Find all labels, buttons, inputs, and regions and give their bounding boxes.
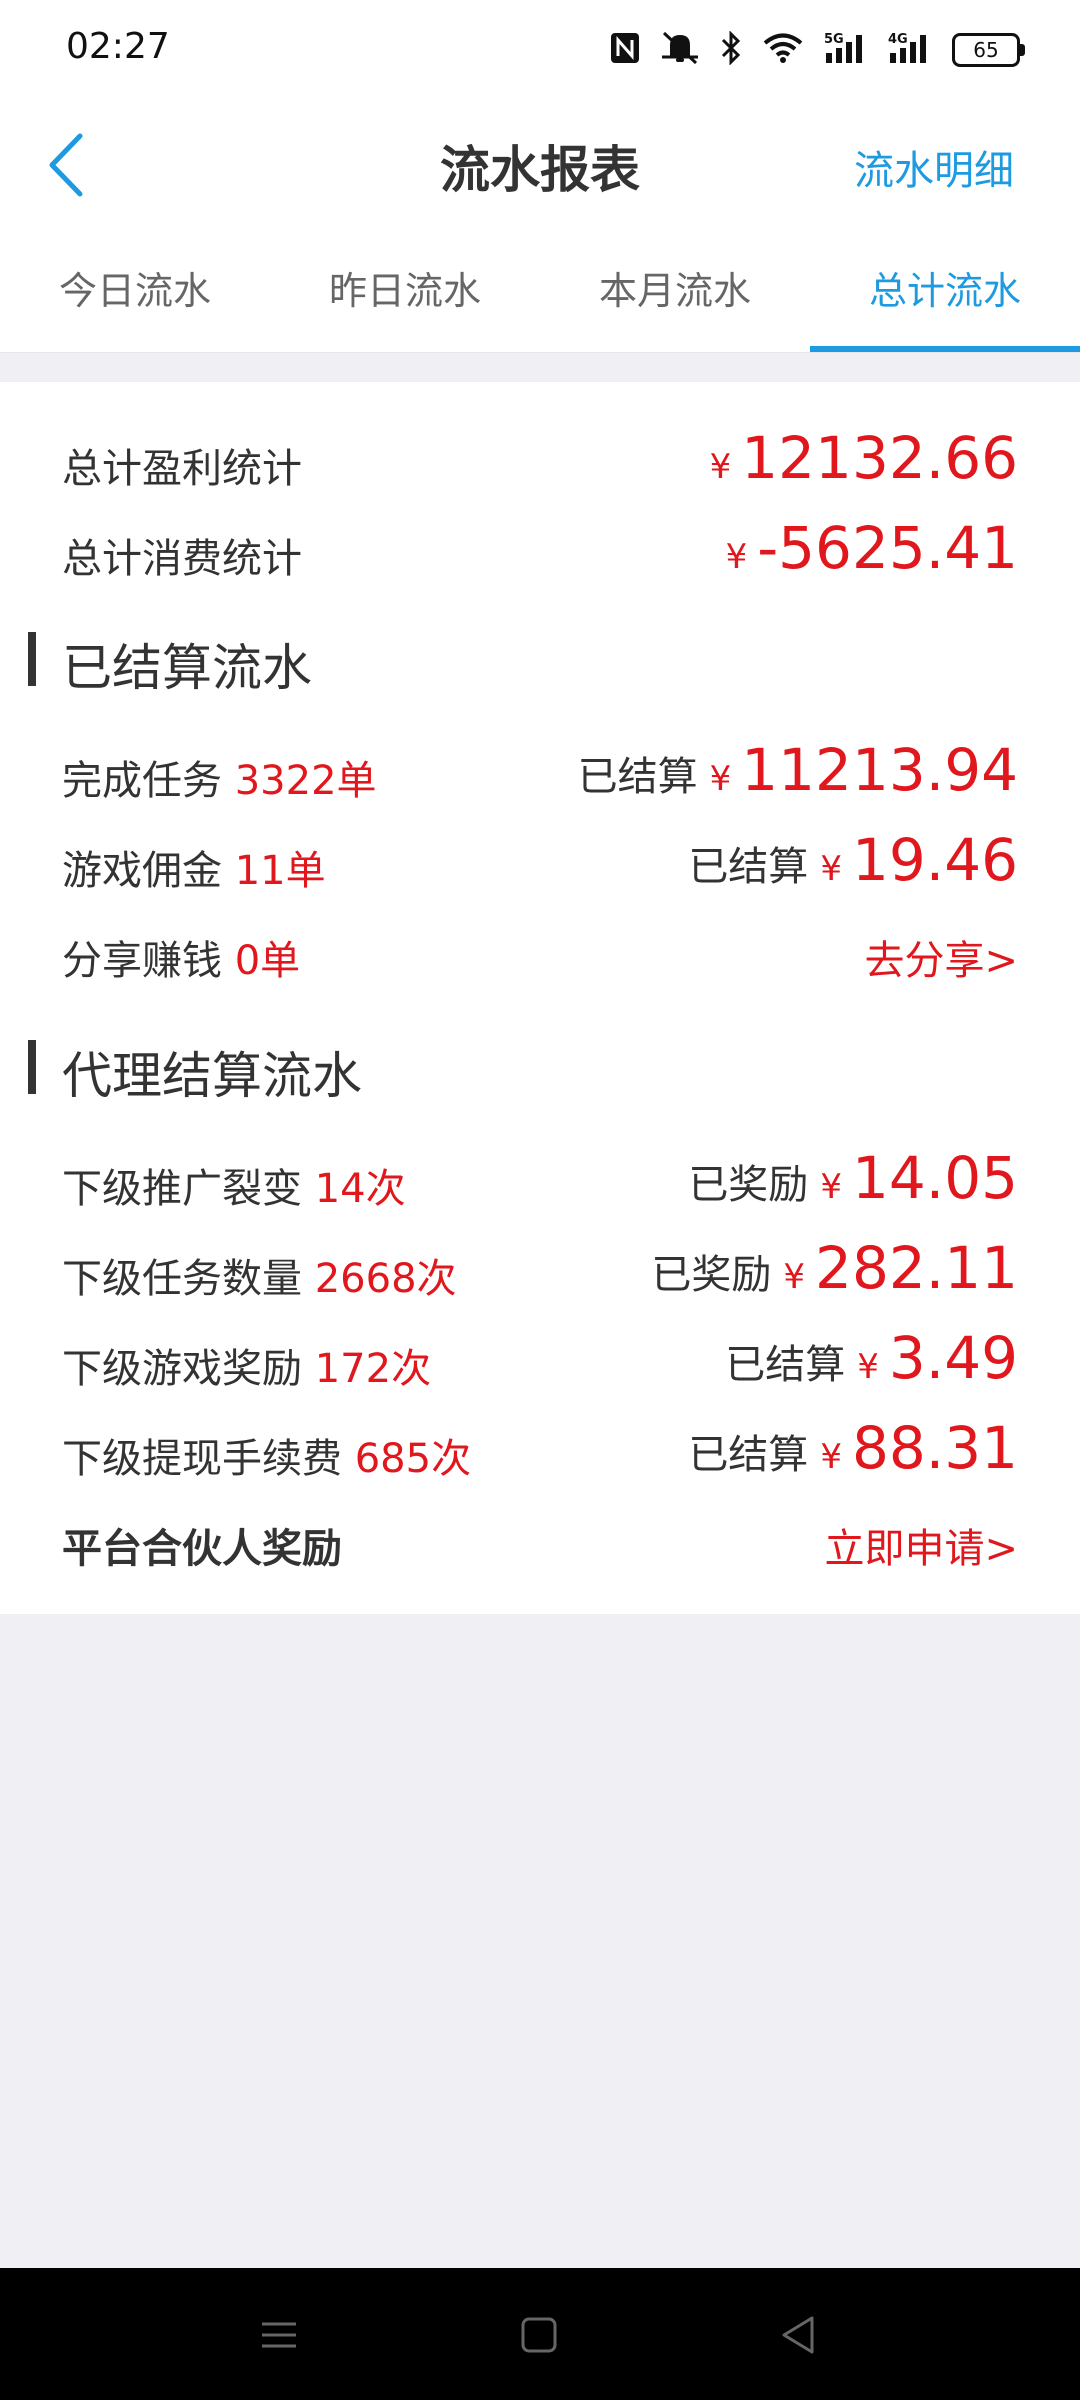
currency-symbol: ¥ (820, 849, 842, 889)
nfc-icon (610, 32, 640, 68)
menu-nav-button[interactable] (254, 2310, 304, 2360)
currency-symbol: ¥ (709, 447, 732, 487)
currency-symbol: ¥ (857, 1347, 879, 1387)
row-status: 已奖励 (688, 1162, 809, 1208)
battery-icon: 65 (952, 33, 1025, 67)
row-count: 685次 (354, 1436, 472, 1482)
agent-row-tasks: 下级任务数量 2668次 已奖励 ¥ 282.11 (0, 1228, 1080, 1308)
status-time: 02:27 (66, 26, 170, 67)
row-amount: 11213.94 (741, 736, 1018, 804)
row-count: 0单 (234, 938, 301, 984)
signal-4g-icon: 4G (888, 31, 932, 69)
agent-row-game-reward: 下级游戏奖励 172次 已结算 ¥ 3.49 (0, 1318, 1080, 1398)
signal-5g-icon: 5G (824, 31, 868, 69)
currency-symbol: ¥ (820, 1437, 842, 1477)
row-amount: 282.11 (815, 1234, 1018, 1302)
home-nav-button[interactable] (514, 2310, 564, 2360)
settled-row-game-commission: 游戏佣金 11单 已结算 ¥ 19.46 (0, 820, 1080, 900)
row-count: 172次 (314, 1346, 432, 1392)
row-count: 14次 (314, 1166, 406, 1212)
row-status: 已奖励 (651, 1252, 772, 1298)
tab-total[interactable]: 总计流水 (810, 230, 1080, 352)
row-amount: 88.31 (851, 1414, 1018, 1482)
svg-text:4G: 4G (888, 32, 908, 47)
total-consume-label: 总计消费统计 (62, 536, 302, 582)
home-square-icon (521, 2317, 557, 2353)
agent-row-partner-reward: 平台合伙人奖励 立即申请> (0, 1498, 1080, 1578)
row-count: 2668次 (314, 1256, 457, 1302)
row-label: 完成任务 (62, 758, 222, 804)
row-status: 已结算 (725, 1342, 846, 1388)
row-label: 下级提现手续费 (62, 1436, 342, 1482)
section-marker (28, 1040, 36, 1094)
row-label: 下级游戏奖励 (62, 1346, 302, 1392)
wifi-icon (762, 32, 804, 68)
total-profit-row: 总计盈利统计 ¥ 12132.66 (0, 418, 1080, 498)
status-bar: 02:27 5G 4G 65 (0, 0, 1080, 100)
agent-row-withdraw-fee: 下级提现手续费 685次 已结算 ¥ 88.31 (0, 1408, 1080, 1488)
currency-symbol: ¥ (709, 759, 732, 799)
section-marker (28, 632, 36, 686)
agent-section-title: 代理结算流水 (62, 1047, 362, 1105)
row-label: 下级推广裂变 (62, 1166, 302, 1212)
row-label: 下级任务数量 (62, 1256, 302, 1302)
flow-detail-link[interactable]: 流水明细 (854, 138, 1014, 196)
currency-symbol: ¥ (820, 1167, 842, 1207)
status-icons: 5G 4G 65 (610, 30, 1025, 70)
row-status: 已结算 (577, 754, 698, 800)
row-amount: 3.49 (888, 1324, 1018, 1392)
row-amount: 14.05 (851, 1144, 1018, 1212)
tab-this-month[interactable]: 本月流水 (540, 230, 810, 352)
currency-symbol: ¥ (783, 1257, 806, 1297)
settled-row-tasks: 完成任务 3322单 已结算 ¥ 11213.94 (0, 730, 1080, 810)
menu-icon (262, 2322, 296, 2348)
total-profit-label: 总计盈利统计 (62, 446, 302, 492)
app-header: 流水报表 流水明细 (0, 100, 1080, 230)
back-nav-button[interactable] (774, 2310, 824, 2360)
tab-today[interactable]: 今日流水 (0, 230, 270, 352)
agent-section-header: 代理结算流水 (0, 1032, 1080, 1105)
row-count: 3322单 (234, 758, 377, 804)
period-tabs: 今日流水 昨日流水 本月流水 总计流水 (0, 230, 1080, 353)
flow-report-card: 总计盈利统计 ¥ 12132.66 总计消费统计 ¥ -5625.41 已结算流… (0, 382, 1080, 1614)
row-status: 已结算 (688, 1432, 809, 1478)
row-label: 分享赚钱 (62, 938, 222, 984)
row-label: 平台合伙人奖励 (62, 1526, 342, 1572)
apply-now-link[interactable]: 立即申请> (824, 1516, 1018, 1574)
settled-section-title: 已结算流水 (62, 639, 312, 697)
system-nav-bar (0, 2268, 1080, 2400)
agent-row-referral: 下级推广裂变 14次 已奖励 ¥ 14.05 (0, 1138, 1080, 1218)
settled-section-header: 已结算流水 (0, 624, 1080, 697)
row-status: 已结算 (688, 844, 809, 890)
row-amount: 19.46 (851, 826, 1018, 894)
total-consume-amount: -5625.41 (757, 514, 1018, 582)
bluetooth-icon (720, 30, 742, 69)
row-count: 11单 (234, 848, 326, 894)
currency-symbol: ¥ (725, 537, 748, 577)
mute-icon (660, 31, 700, 69)
tab-yesterday[interactable]: 昨日流水 (270, 230, 540, 352)
back-triangle-icon (782, 2316, 814, 2354)
total-consume-row: 总计消费统计 ¥ -5625.41 (0, 508, 1080, 588)
svg-text:5G: 5G (824, 32, 844, 47)
row-label: 游戏佣金 (62, 848, 222, 894)
settled-row-share: 分享赚钱 0单 去分享> (0, 910, 1080, 990)
go-share-link[interactable]: 去分享> (864, 928, 1018, 986)
total-profit-amount: 12132.66 (741, 424, 1018, 492)
